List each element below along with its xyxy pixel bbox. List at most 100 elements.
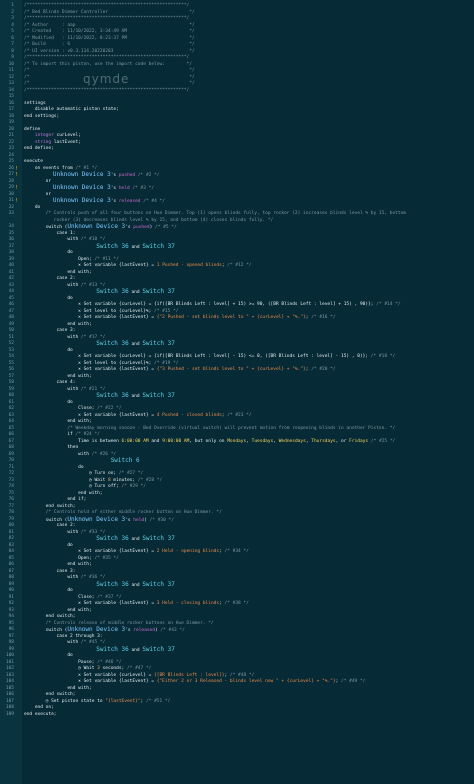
code-line[interactable]: Time is between 6:00:00 AM and 9:00:00 A… bbox=[24, 439, 395, 446]
code-token: Tuesdays bbox=[251, 438, 274, 444]
code-token: switch ( bbox=[24, 225, 68, 230]
line-number: 81 bbox=[8, 529, 14, 535]
code-token: curLevel; bbox=[56, 133, 81, 138]
code-token: disable automatic piston state; bbox=[24, 107, 119, 112]
code-token: Switch 37 bbox=[142, 535, 175, 542]
warning-icon[interactable]: ! bbox=[15, 166, 19, 171]
code-token: Switch 37 bbox=[142, 242, 175, 250]
line-number: 22 bbox=[8, 139, 14, 145]
line-number: 101 bbox=[5, 659, 14, 665]
code-token: Close; bbox=[24, 406, 98, 411]
code-token: Switch 36 bbox=[24, 288, 129, 295]
code-token: /* #23 */ bbox=[227, 412, 252, 418]
code-line[interactable]: end define; bbox=[24, 146, 54, 153]
warning-icon[interactable]: ! bbox=[15, 173, 19, 178]
code-token: and bbox=[128, 537, 143, 542]
line-number: 37 bbox=[8, 243, 14, 249]
line-number: 28 bbox=[8, 178, 14, 184]
code-token: /* #24 */ bbox=[75, 432, 100, 437]
code-token: 2 Held - opening blinds bbox=[156, 549, 220, 554]
code-token: /* #45 */ bbox=[80, 640, 106, 645]
code-token: 's bbox=[110, 186, 119, 191]
line-number: 20 bbox=[8, 126, 14, 132]
code-token: /* #49 */ bbox=[341, 679, 366, 684]
code-line[interactable]: end execute; bbox=[24, 712, 57, 719]
code-token: /* #14 */ bbox=[376, 302, 401, 307]
warning-icon[interactable]: ! bbox=[15, 186, 19, 191]
code-token: /* #12 */ bbox=[227, 263, 252, 268]
code-token: and bbox=[128, 290, 143, 295]
line-number: 54 bbox=[8, 354, 14, 359]
code-token: 3 Held - closing blinds bbox=[156, 601, 220, 606]
line-number: 96 bbox=[8, 627, 14, 632]
line-number: 74 bbox=[8, 484, 14, 489]
code-token: then bbox=[24, 445, 79, 450]
code-token: Wednesdays bbox=[278, 438, 306, 444]
code-token: /* #1 */ bbox=[75, 165, 98, 171]
line-number: 57 bbox=[8, 373, 14, 379]
code-token: /* #43 */ bbox=[160, 628, 185, 633]
code-token: /* #33 */ bbox=[80, 529, 106, 535]
line-number: 11 bbox=[8, 68, 14, 73]
code-line[interactable]: end settings; bbox=[24, 114, 59, 121]
line-number: 109 bbox=[5, 711, 14, 717]
code-token: Thursdays bbox=[311, 438, 336, 444]
code-token: with bbox=[24, 282, 81, 288]
code-token: "{lastEvent}" bbox=[105, 698, 141, 704]
line-number: 93 bbox=[8, 607, 14, 613]
line-number: 94 bbox=[8, 614, 14, 619]
line-number: 84 bbox=[8, 549, 14, 554]
code-token: do bbox=[24, 464, 84, 470]
code-token: 's bbox=[110, 173, 119, 178]
code-token: held bbox=[118, 186, 130, 191]
line-number: 39 bbox=[8, 256, 14, 262]
line-number: 73 bbox=[8, 477, 14, 483]
line-number: 32 bbox=[8, 204, 14, 210]
code-token: rocker (3) decreases blinds level % by 1… bbox=[24, 217, 274, 223]
line-number: 6 bbox=[11, 35, 14, 41]
code-token: Switch 36 bbox=[24, 535, 129, 542]
line-number: 69 bbox=[8, 451, 14, 457]
code-token: /* #37 */ bbox=[97, 594, 122, 600]
line-number: 82 bbox=[8, 536, 14, 541]
code-token: /* #20 */ bbox=[311, 367, 336, 372]
line-number: 66 bbox=[8, 432, 14, 437]
line-number: 71 bbox=[8, 464, 14, 470]
line-number: 85 bbox=[8, 555, 14, 561]
line-number: 87 bbox=[8, 568, 14, 574]
code-token: /* #22 */ bbox=[97, 406, 122, 411]
code-token: /* Controls hold of either middle rocker… bbox=[24, 510, 222, 515]
code-token: and bbox=[128, 582, 143, 588]
line-number: 51 bbox=[8, 334, 14, 340]
code-token: and bbox=[128, 647, 143, 653]
code-token: end on; bbox=[24, 705, 54, 710]
code-token: /* #3 */ bbox=[129, 186, 155, 191]
code-token: Close; bbox=[24, 594, 98, 600]
code-token: do bbox=[24, 295, 73, 301]
header-comment-line: /***************************************… bbox=[24, 87, 190, 93]
code-token: /* #15 */ bbox=[154, 308, 179, 314]
code-token: ✕ Set variable {lastEvent} = bbox=[24, 601, 157, 606]
code-token: do bbox=[24, 250, 73, 255]
line-number: 27 bbox=[8, 172, 14, 177]
line-number: 26 bbox=[8, 165, 14, 171]
line-number: 52 bbox=[8, 341, 14, 346]
line-number: 50 bbox=[8, 328, 14, 333]
line-number: 2 bbox=[11, 9, 14, 15]
code-token: {"3 Pushed - set blinds level to " + {cu… bbox=[156, 367, 306, 372]
code-token: /* #21 */ bbox=[80, 386, 106, 392]
code-token: released bbox=[118, 199, 141, 204]
line-number: 58 bbox=[8, 380, 14, 385]
line-number: 79 bbox=[8, 516, 14, 522]
code-token: Open; bbox=[24, 555, 95, 561]
line-number: 8 bbox=[11, 48, 14, 54]
code-token: end if; bbox=[24, 497, 87, 502]
code-token: /* #13 */ bbox=[80, 282, 106, 288]
code-line[interactable]: Unknown Device 3's released /* #4 */ bbox=[24, 197, 165, 205]
line-number: 18 bbox=[8, 113, 14, 119]
warning-icon[interactable]: ! bbox=[15, 199, 19, 204]
code-token: /* #28 */ bbox=[137, 477, 163, 483]
code-token: Unknown Device 3 bbox=[24, 197, 111, 204]
code-token: Switch 6 bbox=[24, 457, 140, 464]
code-token: /* #35 */ bbox=[94, 555, 119, 561]
